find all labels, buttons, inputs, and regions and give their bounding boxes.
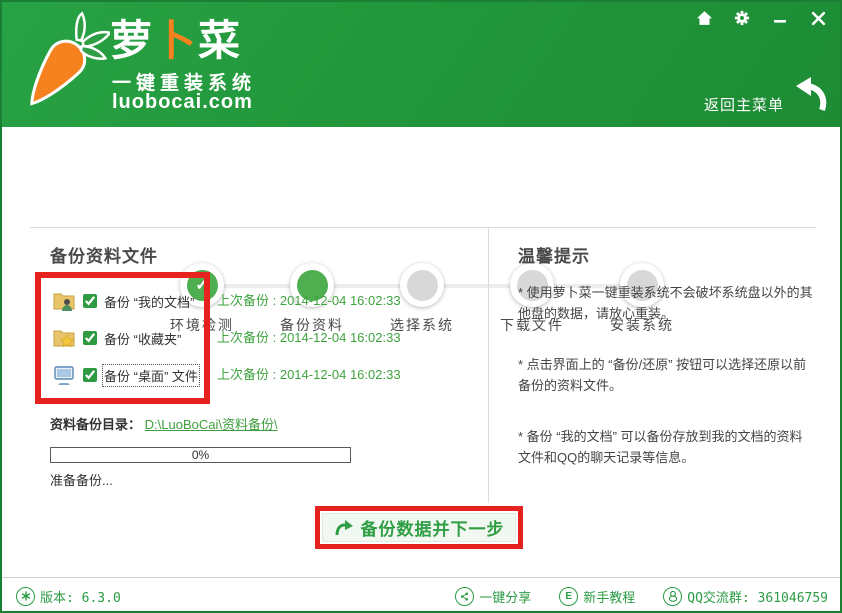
return-main-menu-button[interactable]: 返回主菜单 xyxy=(704,74,828,118)
footer-links: 一键分享 E 新手教程 QQ交流群: 361046759 xyxy=(455,587,828,606)
backup-progress-bar: 0% xyxy=(50,447,351,463)
backup-dir-label: 资料备份目录： xyxy=(50,417,141,432)
backup-favorites-label: 备份 “收藏夹” xyxy=(104,329,181,348)
step-dot xyxy=(407,270,438,301)
qq-group-label: QQ交流群: 361046759 xyxy=(687,587,828,606)
footer-divider xyxy=(2,577,840,578)
tip-item-3: * 备份 “我的文档” 可以备份存放到我的文档的资料文件和QQ的聊天记录等信息。 xyxy=(518,426,814,469)
backup-desktop-checkbox[interactable] xyxy=(83,368,97,382)
titlebar xyxy=(692,8,830,28)
tutorial-label: 新手教程 xyxy=(583,587,635,606)
backup-row-my-documents: 备份 “我的文档” xyxy=(52,286,194,316)
home-button[interactable] xyxy=(692,8,716,28)
share-button[interactable]: 一键分享 xyxy=(455,587,531,606)
backup-row-favorites: 备份 “收藏夹” xyxy=(52,323,181,353)
app-window: 萝卜菜 一键重装系统 luobocai.com 返回主菜单 ✓ 环境检测 备份资… xyxy=(0,0,842,613)
brand-char-carrot: 卜 xyxy=(154,17,198,64)
brand-domain: luobocai.com xyxy=(112,91,253,114)
next-arrow-icon xyxy=(334,519,354,537)
qq-penguin-icon xyxy=(663,587,682,606)
backup-favorites-checkbox[interactable] xyxy=(83,331,97,345)
content-top-divider xyxy=(30,227,816,228)
minimize-icon xyxy=(773,11,787,25)
brand-char-3: 菜 xyxy=(198,17,242,64)
share-icon xyxy=(455,587,474,606)
panel-divider xyxy=(488,227,489,503)
backup-my-documents-checkbox[interactable] xyxy=(83,294,97,308)
backup-status-text: 准备备份... xyxy=(50,470,113,489)
backup-dir-line: 资料备份目录： D:\LuoBoCai\资料备份\ xyxy=(50,414,278,433)
step-circle xyxy=(400,263,444,307)
footer: 版本: 6.3.0 一键分享 E 新手教程 QQ交流群: 361046759 xyxy=(16,584,828,608)
close-icon xyxy=(811,11,826,26)
backup-desktop-label: 备份 “桌面” 文件 xyxy=(104,366,198,385)
tip-item-2: * 点击界面上的 “备份/还原” 按钮可以选择还原以前备份的资料文件。 xyxy=(518,354,814,397)
qq-group-link[interactable]: QQ交流群: 361046759 xyxy=(663,587,828,606)
backup-row-desktop: 备份 “桌面” 文件 xyxy=(52,360,198,390)
backup-my-documents-label: 备份 “我的文档” xyxy=(104,292,194,311)
version-icon xyxy=(16,587,35,606)
tutorial-button[interactable]: E 新手教程 xyxy=(559,587,635,606)
carrot-logo xyxy=(14,10,110,125)
last-backup-time-2: 上次备份 : 2014-12-04 16:02:33 xyxy=(217,323,401,353)
home-icon xyxy=(696,10,713,26)
share-label: 一键分享 xyxy=(479,587,531,606)
brand-title: 萝卜菜 xyxy=(110,18,242,64)
settings-button[interactable] xyxy=(730,8,754,28)
return-main-menu-label: 返回主菜单 xyxy=(704,94,784,115)
gear-icon xyxy=(734,10,750,26)
annotation-rect-next-button: 备份数据并下一步 xyxy=(315,506,523,549)
minimize-button[interactable] xyxy=(768,8,792,28)
return-arrow-icon xyxy=(784,74,828,118)
brand-char-1: 萝 xyxy=(110,17,154,64)
folder-user-icon xyxy=(52,289,76,313)
tips-heading: 温馨提示 xyxy=(518,242,590,267)
last-backup-time-1: 上次备份 : 2014-12-04 16:02:33 xyxy=(217,286,401,316)
folder-star-icon xyxy=(52,326,76,350)
tips-body: * 使用萝卜菜一键重装系统不会破坏系统盘以外的其他盘的数据，请放心重装。 * 点… xyxy=(518,282,814,498)
version-label: 版本: 6.3.0 xyxy=(40,587,121,606)
backup-dir-link[interactable]: D:\LuoBoCai\资料备份\ xyxy=(145,417,278,432)
tip-item-1: * 使用萝卜菜一键重装系统不会破坏系统盘以外的其他盘的数据，请放心重装。 xyxy=(518,282,814,325)
backup-next-label: 备份数据并下一步 xyxy=(361,515,505,540)
backup-heading: 备份资料文件 xyxy=(50,242,158,267)
tutorial-icon: E xyxy=(559,587,578,606)
version-info: 版本: 6.3.0 xyxy=(16,587,121,606)
desktop-icon xyxy=(52,363,76,387)
close-button[interactable] xyxy=(806,8,830,28)
last-backup-time-3: 上次备份 : 2014-12-04 16:02:33 xyxy=(217,360,401,390)
steps-bar: ✓ 环境检测 备份资料 选择系统 下载文件 安装系统 xyxy=(2,127,840,227)
header: 萝卜菜 一键重装系统 luobocai.com 返回主菜单 xyxy=(2,2,840,127)
backup-next-button[interactable]: 备份数据并下一步 xyxy=(322,513,516,542)
